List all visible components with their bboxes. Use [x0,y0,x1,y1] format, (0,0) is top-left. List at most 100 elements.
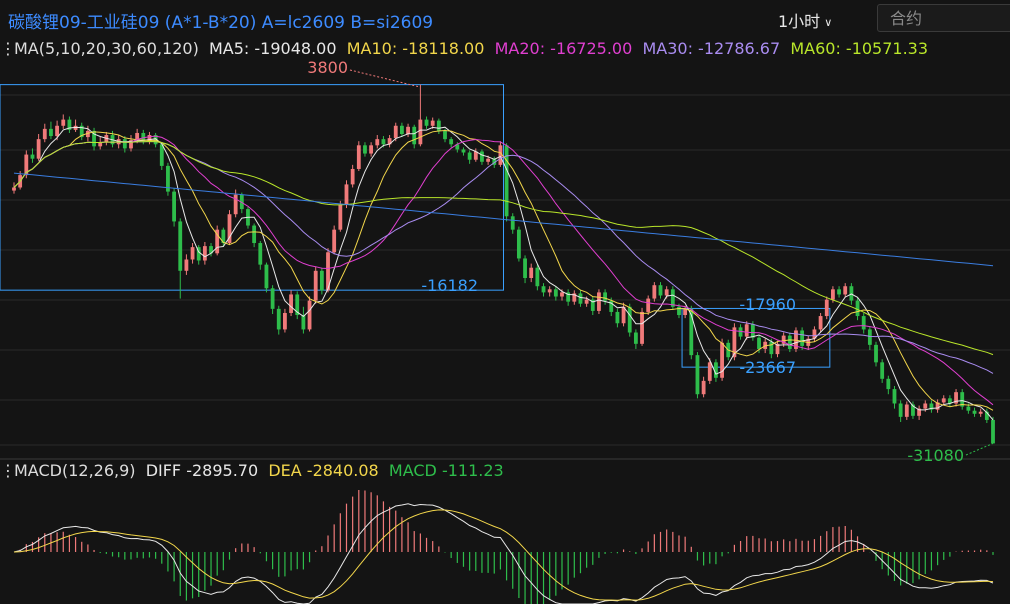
candle-body [904,404,909,417]
collapse-icon-macd[interactable]: ⋮ [0,461,16,480]
candle-body [627,306,632,333]
candle-body [874,344,878,363]
candle-body [560,292,564,297]
candle-body [122,139,127,149]
candle-body [578,293,583,304]
candle-body [516,229,521,259]
candle-body [313,270,318,301]
candle-body [615,311,620,324]
candle-body [412,126,417,145]
macd-legend-label: MACD(12,26,9) [14,461,136,480]
candle-body [184,259,189,271]
candle-body [991,419,995,444]
candle-body [406,126,410,134]
main-chart[interactable]: 3800-16182-17960-23667-31080 [0,0,1010,604]
candle-body [424,119,429,126]
candle-body [892,389,897,404]
candle-body [547,289,552,293]
candle-body [923,403,928,409]
candle-body [418,119,423,145]
candle-body [55,125,60,137]
candle-body [553,289,558,297]
candle-body [301,315,306,330]
candle-body [42,128,47,140]
candle-body [707,362,712,381]
candle-body [283,312,287,330]
candle-body [363,145,367,154]
candle-body [824,299,829,317]
candle-body [178,221,183,271]
candle-body [584,299,589,304]
candle-body [800,330,805,346]
candle-body [523,258,527,278]
candle-body [12,187,16,191]
candle-body [633,332,638,344]
candle-body [399,125,404,134]
candle-body [486,158,491,162]
candle-body [744,324,749,337]
candle-body [307,300,312,330]
candle-body [319,270,324,291]
candle-body [529,267,534,278]
candle-body [369,145,374,154]
candle-body [467,152,472,160]
candle-body [861,316,866,330]
candle-body [603,292,608,301]
candle-body [461,149,466,153]
candle-body [541,286,546,293]
candle-body [658,285,663,296]
candle-body [36,139,41,159]
candle-body [701,380,706,395]
candle-body [338,204,343,230]
box1-low-annotation: -16182 [421,276,478,295]
candle-body [831,289,835,300]
candle-body [818,316,823,330]
candle-body [646,298,651,312]
candle-body [843,286,848,295]
macd-dea-label: DEA -2840.08 [268,461,379,480]
candle-body [750,324,755,338]
candle-body [430,120,435,126]
candle-body [332,229,337,253]
candle-body [350,168,355,185]
candle-body [49,128,53,137]
candle-body [941,398,946,403]
candle-body [202,246,207,261]
macd-diff-label: DIFF -2895.70 [145,461,259,480]
candle-body [966,406,971,411]
candle-body [258,243,263,265]
candle-body [356,145,361,169]
candle-body [449,139,454,145]
candle-body [978,411,983,414]
candle-body [252,225,257,244]
candle-body [30,154,35,159]
macd-value-label: MACD -111.23 [388,461,504,480]
candle-body [886,378,891,390]
dea-line [13,509,994,601]
candle-body [289,294,293,313]
candle-body [344,184,349,205]
high-annotation: 3800 [307,58,348,77]
candle-body [270,288,275,309]
candle-body [436,120,441,131]
candle-body [849,286,854,301]
candle-body [867,329,872,345]
macd-legend: ⋮MACD(12,26,9) DIFF -2895.70 DEA -2840.0… [0,461,1010,483]
candle-body [276,308,281,330]
candle-body [880,362,885,379]
candle-body [172,191,176,222]
candle-body [535,267,540,287]
candle-body [597,292,601,311]
candle-body [159,144,164,166]
candle-body [837,289,841,295]
box2-low-annotation: -23667 [739,358,796,377]
candle-body [972,410,977,414]
candle-body [375,139,380,146]
candle-body [264,264,269,289]
candle-body [61,119,66,126]
candle-body [393,125,398,139]
candle-body [510,216,515,230]
candle-body [190,247,195,260]
candle-body [480,151,484,162]
range-box [0,84,504,291]
